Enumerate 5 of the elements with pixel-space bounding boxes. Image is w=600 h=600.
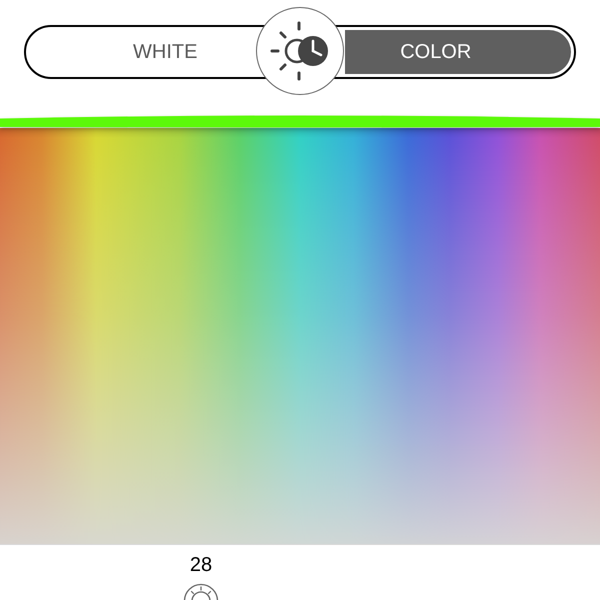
- color-spectrum-field[interactable]: [0, 128, 600, 545]
- dial-icon[interactable]: [183, 583, 219, 600]
- mode-option[interactable]: COLOR: [344, 30, 571, 74]
- sun-clock-icon: [269, 20, 331, 82]
- value-label: 28: [190, 553, 212, 577]
